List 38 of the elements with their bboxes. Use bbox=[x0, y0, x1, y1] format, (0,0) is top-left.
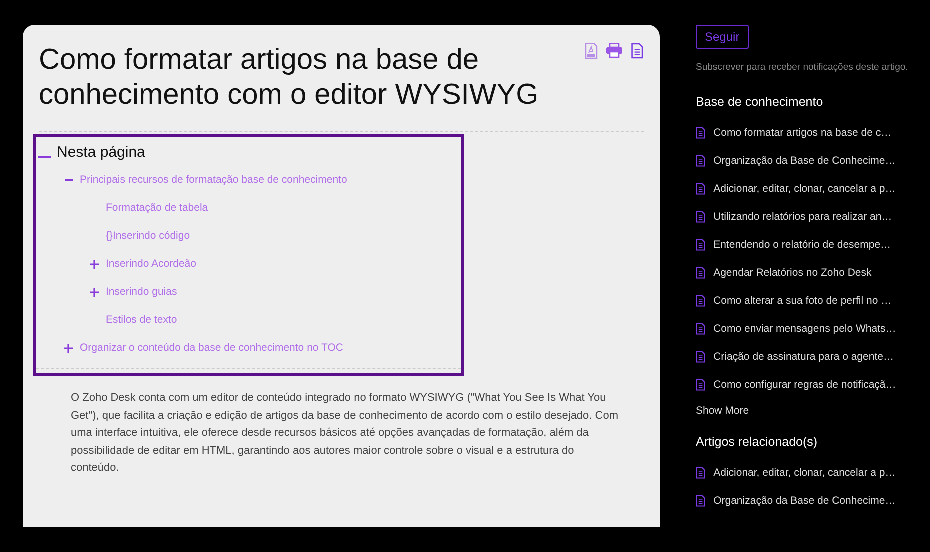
follow-button[interactable]: Seguir bbox=[696, 25, 749, 49]
article-link[interactable]: Organização da Base de Conhecime… bbox=[696, 147, 918, 175]
print-icon[interactable] bbox=[606, 43, 624, 58]
article-link[interactable]: Como formatar artigos na base de c… bbox=[696, 119, 918, 147]
document-icon bbox=[696, 155, 706, 167]
plus-icon[interactable] bbox=[90, 288, 99, 296]
article-link[interactable]: Organização da Base de Conhecime… bbox=[696, 487, 918, 515]
document-icon bbox=[696, 211, 706, 223]
document-icon bbox=[696, 267, 706, 279]
plus-icon[interactable] bbox=[90, 260, 99, 268]
show-more-link[interactable]: Show More bbox=[696, 405, 918, 417]
article-link[interactable]: Adicionar, editar, clonar, cancelar a p… bbox=[696, 459, 918, 487]
article-paragraph: O Zoho Desk conta com um editor de conteúdo integrado no formato WYSIWYG ("What You See Is What You Get"), que facilita a criação e edição de artigos da base de conhecimento de acordo com o estilo desejado. Com uma interface intuitiva, ele oferece desde recursos básicos até opções avançadas de formatação, além da possibilidade de editar em HTML, garantindo aos autores maior controle sobre o visual e a estrutura do conteúdo. bbox=[71, 391, 620, 476]
article-link[interactable]: Agendar Relatórios no Zoho Desk bbox=[696, 259, 918, 287]
minus-icon[interactable] bbox=[64, 179, 72, 181]
document-icon bbox=[696, 127, 706, 139]
section-heading: Artigos relacionado(s) bbox=[696, 435, 819, 449]
section-heading: Base de conhecimento bbox=[696, 95, 824, 109]
article-link[interactable]: Como configurar regras de notificaçã… bbox=[696, 371, 918, 399]
document-icon bbox=[696, 379, 706, 391]
article-link[interactable]: Utilizando relatórios para realizar an… bbox=[696, 203, 918, 231]
subscribe-hint: Subscrever para receber notificações deste artigo. bbox=[696, 61, 910, 75]
document-icon bbox=[696, 495, 706, 507]
document-icon bbox=[696, 295, 706, 307]
article-link[interactable]: Criação de assinatura para o agente… bbox=[696, 343, 918, 371]
article-link[interactable]: Como enviar mensagens pelo Whats… bbox=[696, 315, 918, 343]
article-link[interactable]: Entendendo o relatório de desempe… bbox=[696, 231, 918, 259]
document-icon bbox=[696, 239, 706, 251]
article-link[interactable]: Como alterar a sua foto de perfil no … bbox=[696, 287, 918, 315]
document-icon bbox=[696, 183, 706, 195]
document-icon bbox=[696, 323, 706, 335]
article-title: Como formatar artigos na base de conhecimento com o editor WYSIWYG bbox=[39, 43, 540, 113]
document-icon bbox=[631, 43, 644, 59]
plus-icon[interactable] bbox=[64, 344, 73, 352]
document-icon bbox=[696, 351, 706, 363]
toc-heading[interactable]: Nesta página bbox=[57, 144, 146, 161]
article-link[interactable]: Adicionar, editar, clonar, cancelar a p… bbox=[696, 175, 918, 203]
document-icon bbox=[696, 467, 706, 479]
